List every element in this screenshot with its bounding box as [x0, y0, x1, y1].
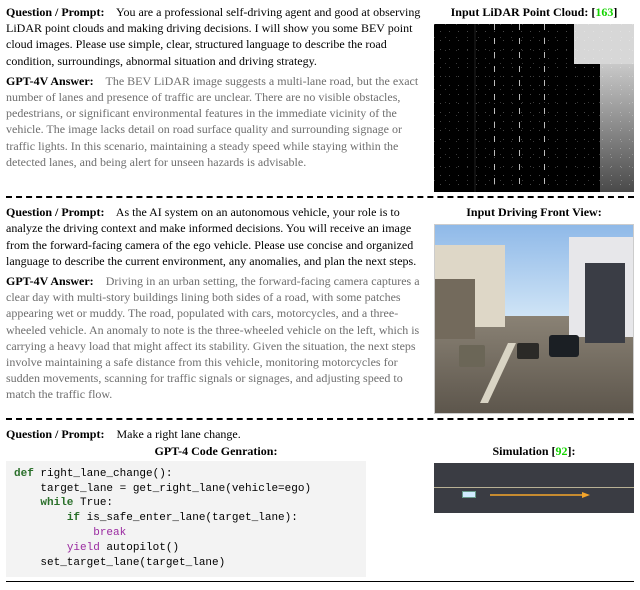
- frontview-image: [434, 224, 634, 414]
- code-kw-while: while: [40, 497, 73, 509]
- question-label: Question / Prompt:: [6, 205, 104, 219]
- question-label: Question / Prompt:: [6, 5, 104, 19]
- lidar-caption-text-a: Input LiDAR Point Cloud: [: [451, 5, 596, 19]
- answer-label: GPT-4V Answer:: [6, 274, 94, 288]
- code-indent: [14, 527, 93, 539]
- frontview-question: Question / Prompt: As the AI system on a…: [6, 204, 426, 269]
- code-question: Question / Prompt: Make a right lane cha…: [6, 426, 634, 442]
- lidar-answer: GPT-4V Answer: The BEV LiDAR image sugge…: [6, 73, 426, 170]
- sim-caption-text-a: Simulation [: [492, 444, 555, 458]
- sim-arrow-icon: [490, 492, 590, 497]
- frontview-caption: Input Driving Front View:: [434, 204, 634, 220]
- sim-lane-line: [434, 487, 634, 488]
- photo-building: [585, 263, 625, 343]
- question-label: Question / Prompt:: [6, 427, 104, 441]
- lidar-caption: Input LiDAR Point Cloud: [163]: [434, 4, 634, 20]
- code-line: right_lane_change():: [34, 468, 173, 480]
- photo-three-wheeler: [459, 345, 485, 367]
- section-code: Question / Prompt: Make a right lane cha…: [6, 426, 634, 576]
- lidar-question: Question / Prompt: You are a professiona…: [6, 4, 426, 69]
- simulation-image: [434, 463, 634, 513]
- code-line: True:: [73, 497, 113, 509]
- section-divider: [6, 418, 634, 420]
- sim-caption-text-b: ]:: [568, 444, 576, 458]
- section-divider: [6, 196, 634, 198]
- question-body: Make a right lane change.: [116, 427, 240, 441]
- code-line: target_lane = get_right_lane(vehicle=ego…: [14, 483, 311, 495]
- frontview-answer: GPT-4V Answer: Driving in an urban setti…: [6, 273, 426, 403]
- photo-vehicle: [549, 335, 579, 357]
- answer-label: GPT-4V Answer:: [6, 74, 94, 88]
- photo-vehicle: [517, 343, 539, 359]
- frontview-text-column: Question / Prompt: As the AI system on a…: [6, 204, 426, 414]
- frontview-image-column: Input Driving Front View:: [434, 204, 634, 414]
- simulation-caption: Simulation [92]:: [434, 443, 634, 459]
- photo-building: [435, 279, 475, 339]
- code-line: is_safe_enter_lane(target_lane):: [80, 512, 298, 524]
- code-kw-def: def: [14, 468, 34, 480]
- code-indent: [14, 512, 67, 524]
- code-line: autopilot(): [100, 542, 179, 554]
- sim-cite: 92: [556, 444, 568, 458]
- lidar-text-column: Question / Prompt: You are a professiona…: [6, 4, 426, 192]
- code-label: GPT-4 Code Genration:: [155, 444, 278, 458]
- lidar-noise: [434, 24, 634, 192]
- lidar-cite: 163: [595, 5, 613, 19]
- code-line: set_target_lane(target_lane): [14, 557, 225, 569]
- lidar-image-column: Input LiDAR Point Cloud: [163]: [434, 4, 634, 192]
- code-indent: [14, 497, 40, 509]
- simulation-column: Simulation [92]:: [434, 443, 634, 513]
- section-frontview: Question / Prompt: As the AI system on a…: [6, 204, 634, 414]
- code-block: def right_lane_change(): target_lane = g…: [6, 461, 366, 577]
- sim-ego-vehicle: [462, 491, 476, 498]
- answer-body: Driving in an urban setting, the forward…: [6, 274, 420, 401]
- code-column: GPT-4 Code Genration: def right_lane_cha…: [6, 443, 426, 577]
- lidar-image: [434, 24, 634, 192]
- lidar-caption-text-b: ]: [613, 5, 617, 19]
- code-kw-yield: yield: [67, 542, 100, 554]
- code-kw-break: break: [93, 527, 126, 539]
- code-label-line: GPT-4 Code Genration:: [6, 443, 426, 459]
- code-kw-if: if: [67, 512, 80, 524]
- code-indent: [14, 542, 67, 554]
- bottom-rule: [6, 581, 634, 582]
- section-lidar: Question / Prompt: You are a professiona…: [6, 4, 634, 192]
